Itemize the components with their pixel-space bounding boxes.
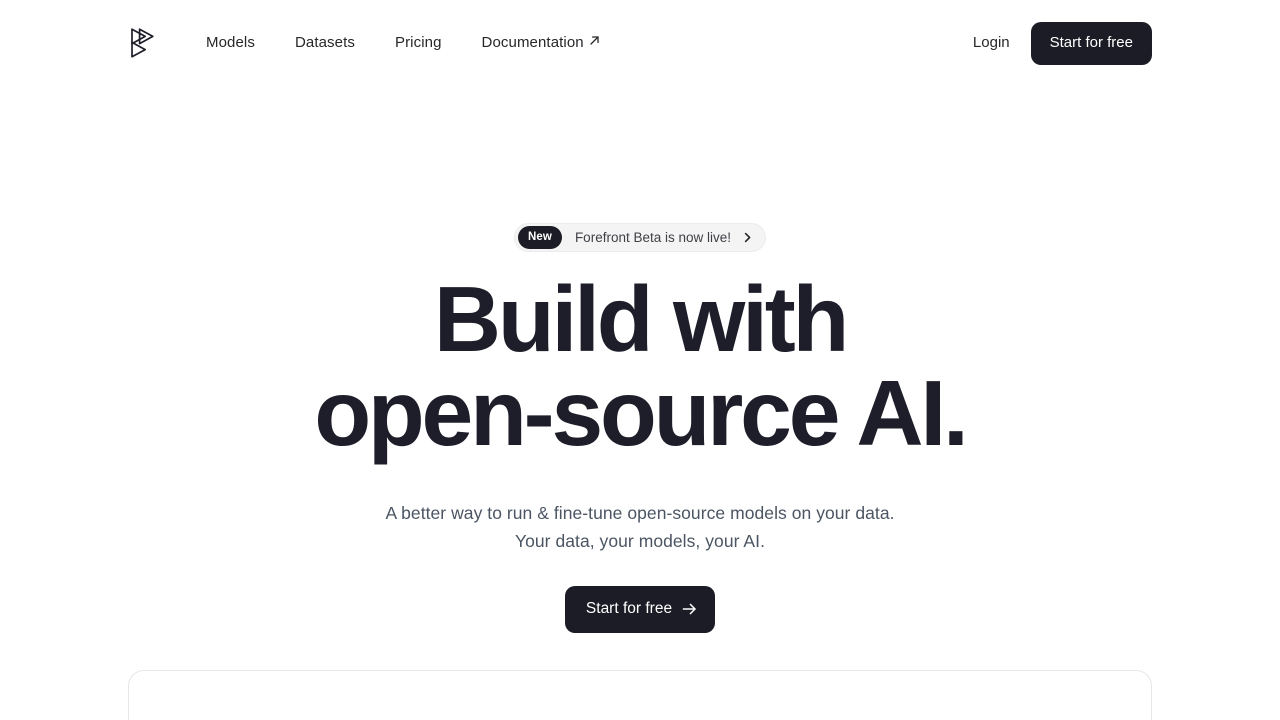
arrow-right-icon	[682, 602, 697, 617]
page-title: Build with open-source AI.	[190, 272, 1090, 460]
hero-start-for-free-button[interactable]: Start for free	[564, 586, 716, 633]
hero-subtitle: A better way to run & fine-tune open-sou…	[385, 499, 894, 555]
nav-item-datasets[interactable]: Datasets	[275, 25, 375, 61]
hero-section: New Forefront Beta is now live! Build wi…	[0, 86, 1280, 633]
login-link[interactable]: Login	[952, 25, 1031, 61]
nav-item-label: Pricing	[394, 34, 442, 51]
subtitle-line-2: Your data, your models, your AI.	[515, 531, 765, 551]
chevron-right-icon	[740, 231, 754, 245]
header-actions: Login Start for free	[952, 21, 1152, 65]
main-nav: Models Datasets Pricing Documentation	[192, 25, 620, 61]
nav-item-documentation[interactable]: Documentation	[462, 25, 620, 61]
announcement-banner[interactable]: New Forefront Beta is now live!	[513, 223, 767, 252]
nav-item-label: Models	[206, 34, 255, 51]
external-link-arrow-icon	[589, 35, 600, 46]
site-header: Models Datasets Pricing Documentation Lo…	[0, 0, 1280, 86]
header-start-for-free-button[interactable]: Start for free	[1030, 21, 1152, 65]
nav-item-label: Documentation	[481, 34, 584, 51]
headline-line-2: open-source AI.	[314, 361, 969, 465]
headline-line-1: Build with	[433, 267, 849, 371]
nav-item-pricing[interactable]: Pricing	[375, 25, 462, 61]
landing-page: Models Datasets Pricing Documentation Lo…	[0, 0, 1280, 720]
forefront-logo-icon[interactable]	[128, 26, 158, 60]
product-preview-card	[128, 670, 1152, 720]
header-inner: Models Datasets Pricing Documentation Lo…	[128, 0, 1152, 86]
nav-item-label: Datasets	[294, 34, 355, 51]
hero-cta-label: Start for free	[585, 600, 673, 617]
nav-item-models[interactable]: Models	[192, 25, 275, 61]
subtitle-line-1: A better way to run & fine-tune open-sou…	[385, 503, 895, 523]
announcement-new-badge: New	[517, 226, 562, 249]
announcement-text: Forefront Beta is now live!	[574, 229, 732, 245]
